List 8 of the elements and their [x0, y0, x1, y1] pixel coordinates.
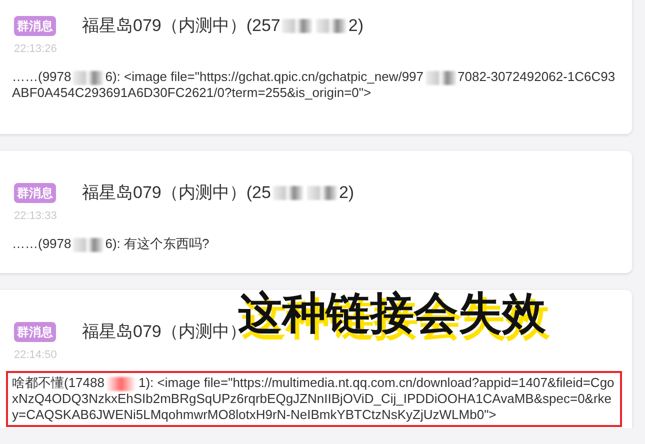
group-message-badge: 群消息 — [14, 16, 56, 36]
group-message-badge: 群消息 — [14, 322, 56, 342]
message-text: 啥都不懂(17488 1): <image file="https://multimedia.nt.qq.com.cn/download?appid=1407&fileid=CgoxNzQ4ODQ3NzkxEhSIb2mBRgSqUPz6rqrbEQgJZNnIIBjOViD_Cij_IPDDiOOHA1CAvaMB&spec=0&rkey=CAQSKAB6JWENi5LMqohmwrMO8lotxH9rN-NeIBmkYBTCtzNsKyZjUzWLMb0"> — [6, 371, 622, 427]
message-text: ……(9978 6): <image file="https://gchat.qpic.cn/gchatpic_new/997 7082-3072492062-1C6C93ABF0A454C293691A6D30FC2621/0?term=255&is_origin=0"> — [11, 68, 616, 102]
group-message-badge: 群消息 — [14, 182, 56, 202]
group-title: 福星岛079（内测中）(25 2) — [82, 182, 354, 204]
message-text: ……(9978 6): 有这个东西吗? — [11, 235, 210, 254]
group-title: 福星岛079（内测中）(257 2) — [82, 14, 364, 37]
